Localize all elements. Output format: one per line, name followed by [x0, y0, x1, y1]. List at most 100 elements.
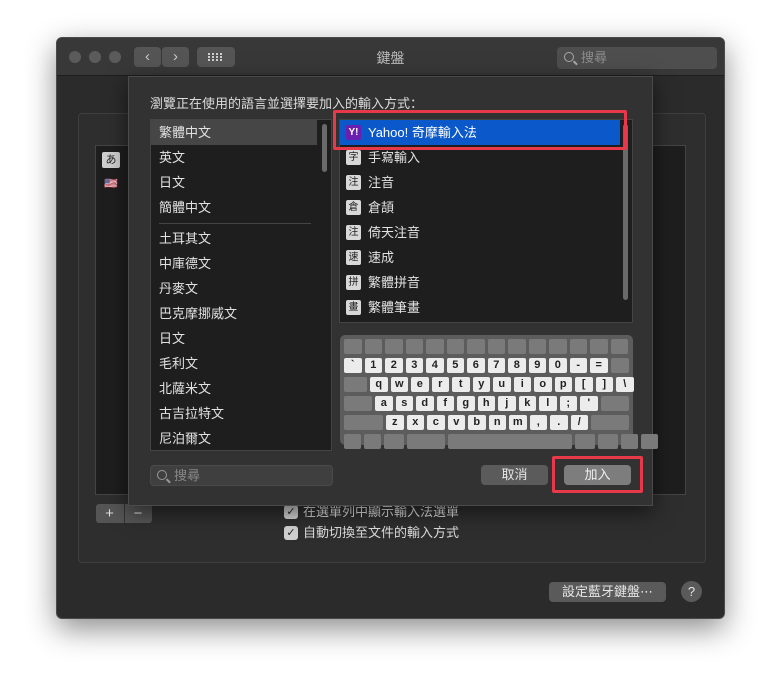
keyboard-key: \ [616, 377, 634, 392]
keyboard-key: 3 [405, 358, 423, 373]
keyboard-key-bottom [598, 434, 618, 449]
language-item[interactable]: 英文 [151, 145, 317, 170]
method-list-scrollbar[interactable] [623, 124, 628, 300]
keyboard-key-blank [446, 339, 464, 354]
keyboard-key: c [427, 415, 445, 430]
keyboard-key-blank [385, 339, 403, 354]
keyboard-key: t [452, 377, 470, 392]
language-list[interactable]: 繁體中文 英文 日文 簡體中文 土耳其文 中庫德文 丹麥文 巴克摩挪威文 日文 … [150, 119, 332, 451]
add-source-button[interactable]: + [96, 504, 123, 523]
input-method-item[interactable]: 注 注音 [340, 170, 620, 195]
keyboard-key: s [395, 396, 413, 411]
keyboard-key: g [457, 396, 475, 411]
language-item[interactable]: 北薩米文 [151, 376, 317, 401]
input-method-label: 繁體筆畫 [368, 300, 421, 315]
keyboard-key: 4 [426, 358, 444, 373]
keyboard-key-bottom [448, 434, 572, 449]
keyboard-key: m [509, 415, 527, 430]
input-method-label: 倉頡 [368, 200, 395, 215]
keyboard-key-blank [590, 339, 608, 354]
keyboard-key: f [436, 396, 454, 411]
keyboard-key: y [472, 377, 490, 392]
input-method-label: 繁體拼音 [368, 275, 421, 290]
keyboard-key: p [554, 377, 572, 392]
keyboard-key: ] [595, 377, 613, 392]
show-input-menu-label: 在選單列中顯示輸入法選單 [303, 504, 460, 519]
keyboard-key-bottom [364, 434, 381, 449]
keyboard-key-blank [610, 339, 628, 354]
input-method-item[interactable]: 畫 繁體筆畫 [340, 295, 620, 320]
language-list-scrollbar[interactable] [322, 124, 327, 172]
setup-bluetooth-keyboard-button[interactable]: 設定藍牙鍵盤⋯ [549, 582, 666, 602]
keyboard-key: 5 [446, 358, 464, 373]
language-item[interactable]: 古吉拉特文 [151, 401, 317, 426]
window-search-field[interactable]: 搜尋 [557, 47, 717, 69]
keyboard-key-modifier [610, 358, 629, 373]
input-method-item[interactable]: 注 倚天注音 [340, 220, 620, 245]
keyboard-key: l [539, 396, 557, 411]
keyboard-key: [ [575, 377, 593, 392]
keyboard-key: q [370, 377, 388, 392]
keyboard-key-bottom [384, 434, 404, 449]
auto-switch-option[interactable]: ✓ 自動切換至文件的輸入方式 [284, 524, 459, 542]
keyboard-key-blank [508, 339, 526, 354]
input-method-item[interactable]: 拼 繁體拼音 [340, 270, 620, 295]
keyboard-key-modifier [344, 396, 372, 411]
language-item[interactable]: 尼泊爾文 [151, 426, 317, 450]
language-item[interactable]: 丹麥文 [151, 276, 317, 301]
auto-switch-checkbox[interactable]: ✓ [284, 526, 298, 540]
language-item[interactable]: 簡體中文 [151, 195, 317, 220]
show-input-menu-checkbox[interactable]: ✓ [284, 505, 298, 519]
zhuyin-icon: 注 [346, 175, 361, 190]
keyboard-key-blank [364, 339, 382, 354]
keyboard-key: 7 [487, 358, 505, 373]
japanese-input-icon[interactable]: あ [102, 152, 120, 168]
keyboard-key: k [518, 396, 536, 411]
language-item[interactable]: 日文 [151, 326, 317, 351]
keyboard-key-blank [549, 339, 567, 354]
language-search-field[interactable]: 搜尋 [150, 465, 333, 486]
add-button-highlight-box [552, 456, 643, 493]
language-item[interactable]: 日文 [151, 170, 317, 195]
input-method-label: 注音 [368, 175, 395, 190]
input-method-label: 速成 [368, 250, 395, 265]
keyboard-key: 8 [508, 358, 526, 373]
keyboard-key-modifier [344, 377, 367, 392]
keyboard-key-modifier [600, 396, 629, 411]
keyboard-key: e [411, 377, 429, 392]
keyboard-key: d [416, 396, 434, 411]
keyboard-key-bottom [575, 434, 595, 449]
keyboard-key-blank [344, 339, 362, 354]
language-item[interactable]: 繁體中文 [151, 120, 317, 145]
keyboard-key: v [447, 415, 465, 430]
auto-switch-label: 自動切換至文件的輸入方式 [303, 525, 460, 540]
language-item[interactable]: 中庫德文 [151, 251, 317, 276]
stroke-icon: 畫 [346, 300, 361, 315]
keyboard-key: 0 [549, 358, 567, 373]
keyboard-key: z [386, 415, 404, 430]
language-item[interactable]: 毛利文 [151, 351, 317, 376]
keyboard-key: = [590, 358, 608, 373]
keyboard-key: 1 [364, 358, 382, 373]
keyboard-key: w [390, 377, 408, 392]
keyboard-key: , [529, 415, 547, 430]
help-button[interactable]: ? [681, 581, 702, 602]
us-flag-icon[interactable]: 🇺🇸 [102, 176, 120, 192]
language-item[interactable]: 土耳其文 [151, 226, 317, 251]
keyboard-key-bottom [621, 434, 638, 449]
input-method-item[interactable]: 速 速成 [340, 245, 620, 270]
keyboard-key-modifier [344, 415, 383, 430]
keyboard-key: - [569, 358, 587, 373]
keyboard-key: u [493, 377, 511, 392]
search-icon [157, 470, 167, 480]
input-method-label: 倚天注音 [368, 225, 421, 240]
remove-source-button[interactable]: − [124, 504, 151, 523]
input-method-item[interactable]: 倉 倉頡 [340, 195, 620, 220]
keyboard-key-blank [569, 339, 587, 354]
keyboard-key: a [375, 396, 393, 411]
pinyin-icon: 拼 [346, 275, 361, 290]
keyboard-key-blank [467, 339, 485, 354]
cancel-button[interactable]: 取消 [481, 465, 548, 485]
language-item[interactable]: 巴克摩挪威文 [151, 301, 317, 326]
keyboard-key: n [488, 415, 506, 430]
